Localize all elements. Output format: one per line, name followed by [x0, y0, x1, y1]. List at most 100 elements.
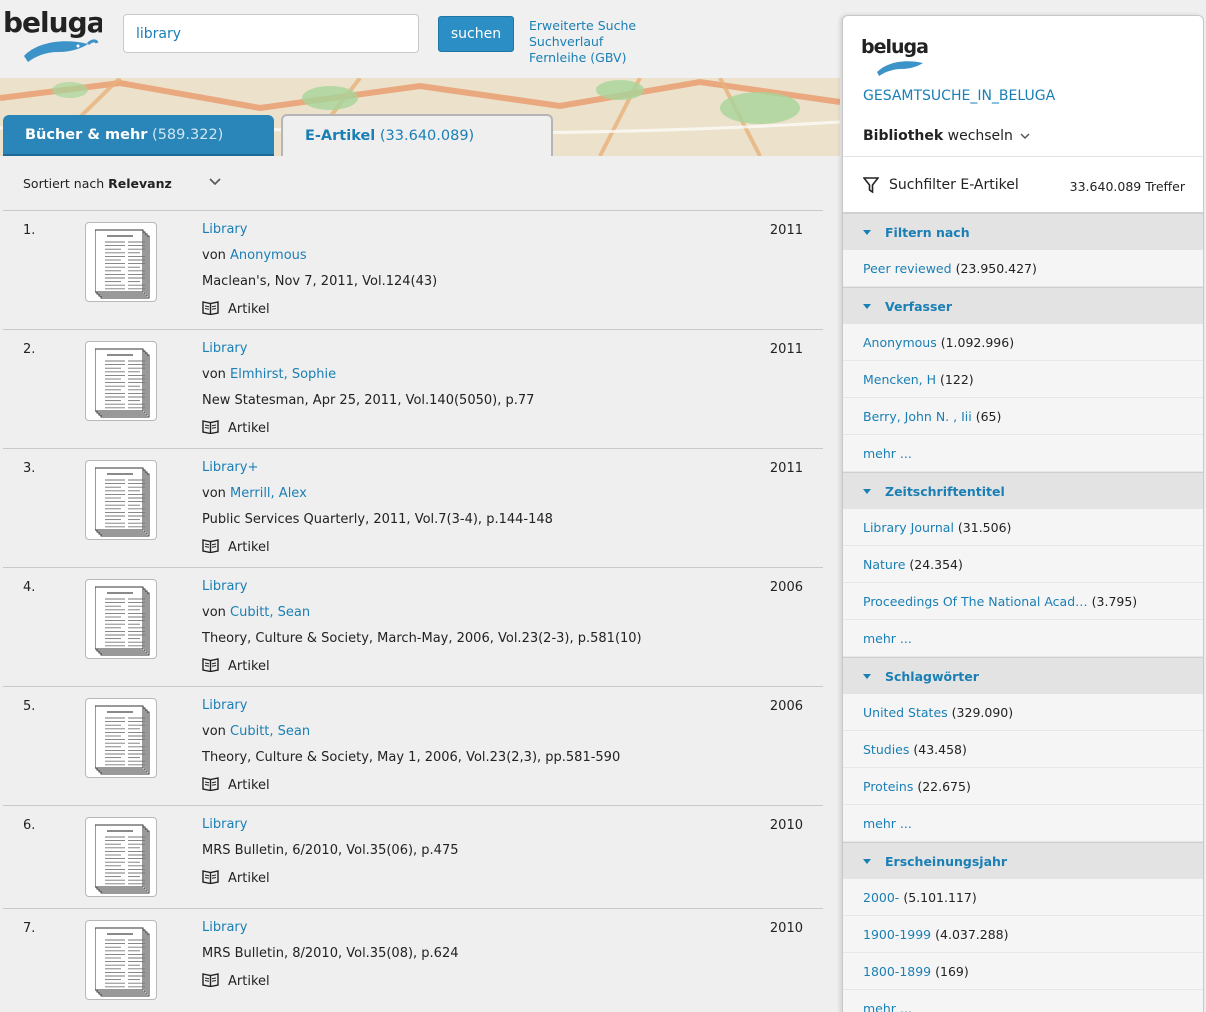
result-type-label: Artikel	[228, 302, 270, 317]
library-name-link[interactable]: GESAMTSUCHE_IN_BELUGA	[863, 88, 1055, 104]
tab-books-count: (589.322)	[152, 127, 224, 143]
facet-item-link[interactable]: Nature	[863, 557, 905, 572]
facet-item-link[interactable]: mehr ...	[863, 631, 912, 646]
facet-item-link[interactable]: Anonymous	[863, 335, 937, 350]
facet-item-link[interactable]: mehr ...	[863, 446, 912, 461]
tab-books[interactable]: Bücher & mehr (589.322)	[3, 115, 274, 158]
sort-label: Sortiert nach	[23, 176, 105, 191]
facet-item-link[interactable]: Berry, John N. , Iii	[863, 409, 972, 424]
facet-header[interactable]: Zeitschriftentitel	[843, 472, 1203, 509]
library-switch-bold: Bibliothek	[863, 128, 944, 144]
result-row: 3. Library+ von Merrill, Alex Public Ser…	[3, 449, 823, 568]
result-year: 2006	[769, 580, 803, 595]
facet-item-link[interactable]: Peer reviewed	[863, 261, 952, 276]
advanced-search-link[interactable]: Erweiterte Suche	[529, 18, 636, 34]
search-input[interactable]	[123, 14, 419, 53]
facet-item-link[interactable]: 1900-1999	[863, 927, 931, 942]
result-author-link[interactable]: Cubitt, Sean	[230, 724, 310, 739]
funnel-icon	[863, 177, 879, 194]
sort-dropdown[interactable]: Sortiert nach Relevanz	[23, 176, 172, 191]
result-row: 6. Library MRS Bulletin, 6/2010, Vol.35(…	[3, 806, 823, 909]
header: beluga suchen Erweiterte Suche Suchverla…	[0, 0, 840, 80]
facet-item-count: (4.037.288)	[935, 926, 1009, 942]
svg-text:beluga: beluga	[861, 36, 928, 58]
result-row: 5. Library von Cubitt, Sean Theory, Cult…	[3, 687, 823, 806]
document-thumbnail[interactable]	[85, 341, 157, 421]
result-year: 2006	[769, 699, 803, 714]
facet-header[interactable]: Verfasser	[843, 287, 1203, 324]
result-author-link[interactable]: Elmhirst, Sophie	[230, 367, 336, 382]
facet-item: United States (329.090)	[843, 694, 1203, 731]
tab-articles[interactable]: E-Artikel (33.640.089)	[281, 114, 553, 160]
result-type-label: Artikel	[228, 540, 270, 555]
result-number: 3.	[23, 461, 36, 476]
facet-item-link[interactable]: 2000-	[863, 890, 899, 905]
result-by: von	[202, 605, 226, 620]
document-thumbnail[interactable]	[85, 817, 157, 897]
facet-item: mehr ...	[843, 435, 1203, 472]
document-thumbnail[interactable]	[85, 222, 157, 302]
interlibrary-loan-link[interactable]: Fernleihe (GBV)	[529, 50, 636, 66]
result-row: 4. Library von Cubitt, Sean Theory, Cult…	[3, 568, 823, 687]
sort-bar: Sortiert nach Relevanz	[3, 156, 823, 211]
result-author: von Elmhirst, Sophie	[202, 367, 336, 382]
document-thumbnail[interactable]	[85, 460, 157, 540]
facet-item: Berry, John N. , Iii (65)	[843, 398, 1203, 435]
sort-value: Relevanz	[108, 176, 172, 191]
facet-header[interactable]: Schlagwörter	[843, 657, 1203, 694]
facet-item-link[interactable]: 1800-1899	[863, 964, 931, 979]
facet-item-link[interactable]: Studies	[863, 742, 909, 757]
result-author: von Merrill, Alex	[202, 486, 307, 501]
result-by: von	[202, 367, 226, 382]
facet-item-link[interactable]: Proceedings Of The National Acad…	[863, 594, 1088, 609]
result-number: 1.	[23, 223, 36, 238]
facet-item-link[interactable]: Library Journal	[863, 520, 954, 535]
result-title-link[interactable]: Library	[202, 222, 247, 237]
facet-item-link[interactable]: mehr ...	[863, 816, 912, 831]
beluga-logo[interactable]: beluga	[2, 4, 102, 66]
result-title-link[interactable]: Library	[202, 920, 247, 935]
result-title-link[interactable]: Library	[202, 698, 247, 713]
hit-count: 33.640.089 Treffer	[1069, 179, 1185, 194]
facet-item: Anonymous (1.092.996)	[843, 324, 1203, 361]
search-button[interactable]: suchen	[438, 16, 514, 52]
document-thumbnail[interactable]	[85, 579, 157, 659]
result-type: Artikel	[202, 972, 270, 991]
search-history-link[interactable]: Suchverlauf	[529, 34, 636, 50]
facet-item: Proteins (22.675)	[843, 768, 1203, 805]
result-author-link[interactable]: Cubitt, Sean	[230, 605, 310, 620]
result-source: Public Services Quarterly, 2011, Vol.7(3…	[202, 512, 553, 527]
facet-item: 1900-1999 (4.037.288)	[843, 916, 1203, 953]
facet-item-link[interactable]: Proteins	[863, 779, 913, 794]
sidebar-header: beluga GESAMTSUCHE_IN_BELUGA Bibliothek …	[843, 16, 1203, 156]
document-thumbnail[interactable]	[85, 698, 157, 778]
chevron-down-icon[interactable]	[208, 174, 222, 188]
facet-title: Filtern nach	[885, 224, 970, 240]
facet-header[interactable]: Erscheinungsjahr	[843, 842, 1203, 879]
book-open-icon	[202, 300, 219, 319]
library-switch-rest: wechseln	[947, 128, 1013, 144]
result-type: Artikel	[202, 300, 270, 319]
result-author-link[interactable]: Merrill, Alex	[230, 486, 307, 501]
result-title-link[interactable]: Library	[202, 817, 247, 832]
facet-item: 1800-1899 (169)	[843, 953, 1203, 990]
result-title-link[interactable]: Library	[202, 579, 247, 594]
facet-item-link[interactable]: United States	[863, 705, 948, 720]
book-open-icon	[202, 776, 219, 795]
document-thumbnail[interactable]	[85, 920, 157, 1000]
library-switch-dropdown[interactable]: Bibliothek wechseln	[863, 128, 1031, 144]
result-author-link[interactable]: Anonymous	[230, 248, 307, 263]
book-open-icon	[202, 657, 219, 676]
facet-item-link[interactable]: mehr ...	[863, 1001, 912, 1012]
book-open-icon	[202, 419, 219, 438]
book-open-icon	[202, 972, 219, 991]
sidebar: beluga GESAMTSUCHE_IN_BELUGA Bibliothek …	[842, 15, 1204, 1012]
facet-item-link[interactable]: Mencken, H	[863, 372, 936, 387]
facet-header[interactable]: Filtern nach	[843, 213, 1203, 250]
result-title-link[interactable]: Library	[202, 341, 247, 356]
result-title-link[interactable]: Library+	[202, 460, 258, 475]
result-by: von	[202, 724, 226, 739]
facet-item: Proceedings Of The National Acad… (3.795)	[843, 583, 1203, 620]
result-type-label: Artikel	[228, 974, 270, 989]
result-source: Theory, Culture & Society, May 1, 2006, …	[202, 750, 621, 765]
